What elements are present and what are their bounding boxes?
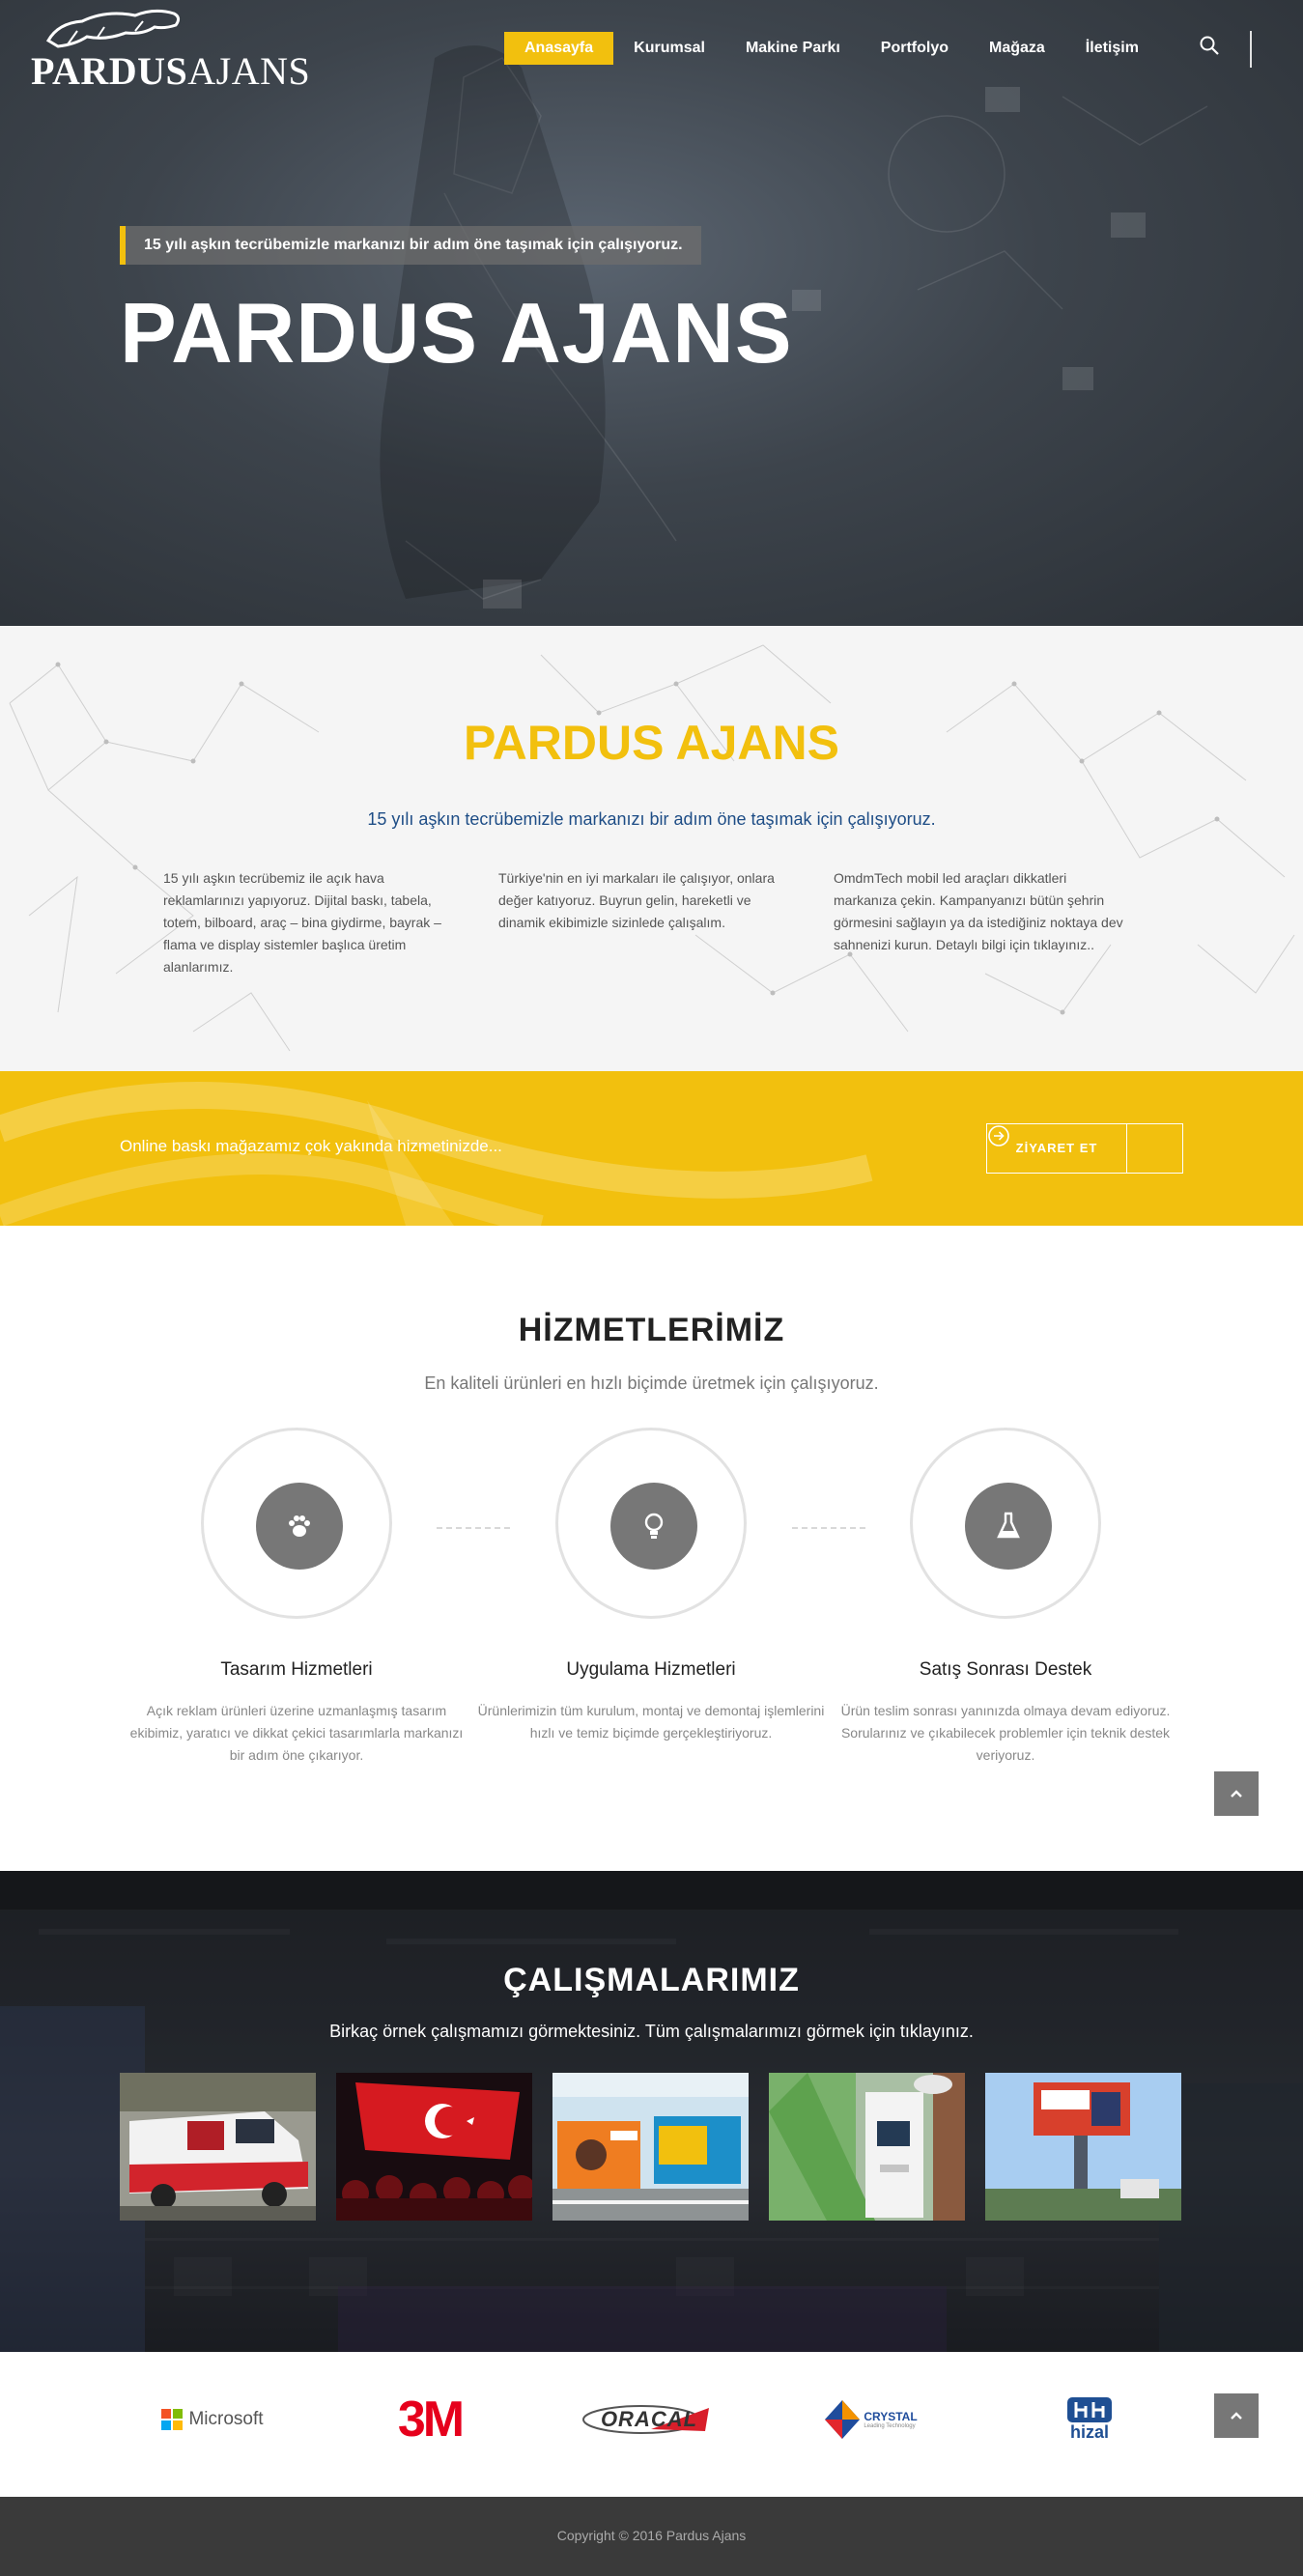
nav-divider bbox=[1250, 31, 1252, 68]
service-title-support: Satış Sonrası Destek bbox=[919, 1659, 1092, 1680]
chevron-up-icon bbox=[1231, 2412, 1242, 2420]
work-thumb-van[interactable] bbox=[120, 2073, 316, 2221]
flask-icon bbox=[965, 1483, 1052, 1570]
lightbulb-icon bbox=[610, 1483, 697, 1570]
microsoft-windows-icon bbox=[161, 2409, 184, 2430]
nav-item-iletisim[interactable]: İletişim bbox=[1065, 32, 1159, 65]
network-background bbox=[9, 644, 1295, 1052]
hero-title: PARDUS AJANS bbox=[120, 285, 793, 381]
promo-banner: Online baskı mağazamız çok yakında hizme… bbox=[0, 1071, 1303, 1226]
hizal-logo-text: hizal bbox=[1069, 2422, 1109, 2442]
nav-item-anasayfa[interactable]: Anasayfa bbox=[504, 32, 614, 65]
hero-tagline: 15 yılı aşkın tecrübemizle markanızı bir… bbox=[120, 226, 701, 265]
microsoft-logo[interactable]: Microsoft bbox=[155, 2404, 270, 2435]
works-title: ÇALIŞMALARIMIZ bbox=[503, 1962, 800, 1998]
works-section: ÇALIŞMALARIMIZ Birkaç örnek çalışmamızı … bbox=[0, 1871, 1303, 2352]
nav-item-kurumsal[interactable]: Kurumsal bbox=[613, 32, 725, 65]
logo-text[interactable]: PARDUSAJANS bbox=[31, 48, 310, 94]
crystal-logo[interactable]: CRYSTAL Leading Technology bbox=[816, 2394, 924, 2445]
logo-text-light: AJANS bbox=[187, 49, 311, 93]
3m-logo-text: 3M bbox=[397, 2392, 465, 2448]
about-subtitle: 15 yılı aşkın tecrübemizle markanızı bir… bbox=[367, 809, 936, 829]
microsoft-logo-text: Microsoft bbox=[188, 2409, 264, 2429]
search-icon[interactable] bbox=[1198, 34, 1221, 57]
works-subtitle[interactable]: Birkaç örnek çalışmamızı görmektesiniz. … bbox=[0, 2022, 1303, 2042]
footer: Copyright © 2016 Pardus Ajans bbox=[0, 2497, 1303, 2576]
nav-item-portfolyo[interactable]: Portfolyo bbox=[861, 32, 969, 65]
oracal-logo-text: ORACAL bbox=[600, 2407, 698, 2431]
service-title-design: Tasarım Hizmetleri bbox=[220, 1659, 373, 1680]
crystal-logo-tagline: Leading Technology bbox=[864, 2423, 916, 2429]
nav-item-makine-parki[interactable]: Makine Parkı bbox=[725, 32, 861, 65]
service-text-application: Ürünlerimizin tüm kurulum, montaj ve dem… bbox=[477, 1703, 825, 1741]
service-text-support: Ürün teslim sonrası yanınızda olmaya dev… bbox=[840, 1703, 1171, 1763]
service-circle-support[interactable] bbox=[910, 1428, 1101, 1619]
about-column-3[interactable]: OmdmTech mobil led araçları dikkatleri m… bbox=[834, 867, 1133, 956]
scroll-to-top-button[interactable] bbox=[1214, 2393, 1259, 2438]
paw-icon bbox=[256, 1483, 343, 1570]
services-subtitle: En kaliteli ürünleri en hızlı biçimde ür… bbox=[424, 1373, 879, 1393]
work-thumb-billboard-tower[interactable] bbox=[985, 2073, 1181, 2221]
3m-logo[interactable]: 3M bbox=[384, 2392, 475, 2447]
hizal-emblem-icon bbox=[1067, 2397, 1112, 2422]
work-thumb-atm[interactable] bbox=[769, 2073, 965, 2221]
about-column-1: 15 yılı aşkın tecrübemiz ile açık hava r… bbox=[163, 870, 441, 975]
about-section: PARDUS AJANS 15 yılı aşkın tecrübemizle … bbox=[0, 626, 1303, 1071]
nav-item-magaza[interactable]: Mağaza bbox=[969, 32, 1065, 65]
service-connector bbox=[437, 1527, 510, 1529]
scroll-to-top-button[interactable] bbox=[1214, 1771, 1259, 1816]
main-nav: Anasayfa Kurumsal Makine Parkı Portfolyo… bbox=[504, 32, 1159, 65]
work-thumb-billboard-street[interactable] bbox=[552, 2073, 749, 2221]
service-connector bbox=[792, 1527, 865, 1529]
crystal-logo-text: CRYSTAL bbox=[864, 2410, 918, 2423]
copyright-text: Copyright © 2016 Pardus Ajans bbox=[556, 2528, 747, 2543]
logo-text-bold: PARDUS bbox=[31, 49, 188, 93]
service-title-application: Uygulama Hizmetleri bbox=[566, 1659, 736, 1680]
work-thumb-flag[interactable] bbox=[336, 2073, 532, 2221]
service-circle-application[interactable] bbox=[555, 1428, 747, 1619]
promo-text: Online baskı mağazamız çok yakında hizme… bbox=[120, 1137, 502, 1155]
chevron-up-icon bbox=[1231, 1790, 1242, 1798]
brand-logos-section: Microsoft 3M ORACAL CRYSTAL Leading Tech… bbox=[0, 2352, 1303, 2497]
services-title: HİZMETLERİMİZ bbox=[518, 1312, 785, 1348]
visit-button[interactable]: ZİYARET ET bbox=[986, 1123, 1183, 1174]
hero-section: PARDUSAJANS Anasayfa Kurumsal Makine Par… bbox=[0, 0, 1303, 626]
about-column-2: Türkiye'nin en iyi markaları ile çalışıy… bbox=[498, 870, 775, 930]
crystal-diamond-icon bbox=[825, 2400, 861, 2439]
service-text-design: Açık reklam ürünleri üzerine uzmanlaşmış… bbox=[129, 1703, 464, 1763]
hizal-logo[interactable]: hizal bbox=[1061, 2392, 1119, 2447]
arrow-circle-right-icon bbox=[988, 1124, 1182, 1173]
service-circle-design[interactable] bbox=[201, 1428, 392, 1619]
oracal-logo[interactable]: ORACAL bbox=[581, 2392, 717, 2447]
about-title: PARDUS AJANS bbox=[464, 716, 839, 770]
panther-logo-icon bbox=[45, 9, 181, 48]
